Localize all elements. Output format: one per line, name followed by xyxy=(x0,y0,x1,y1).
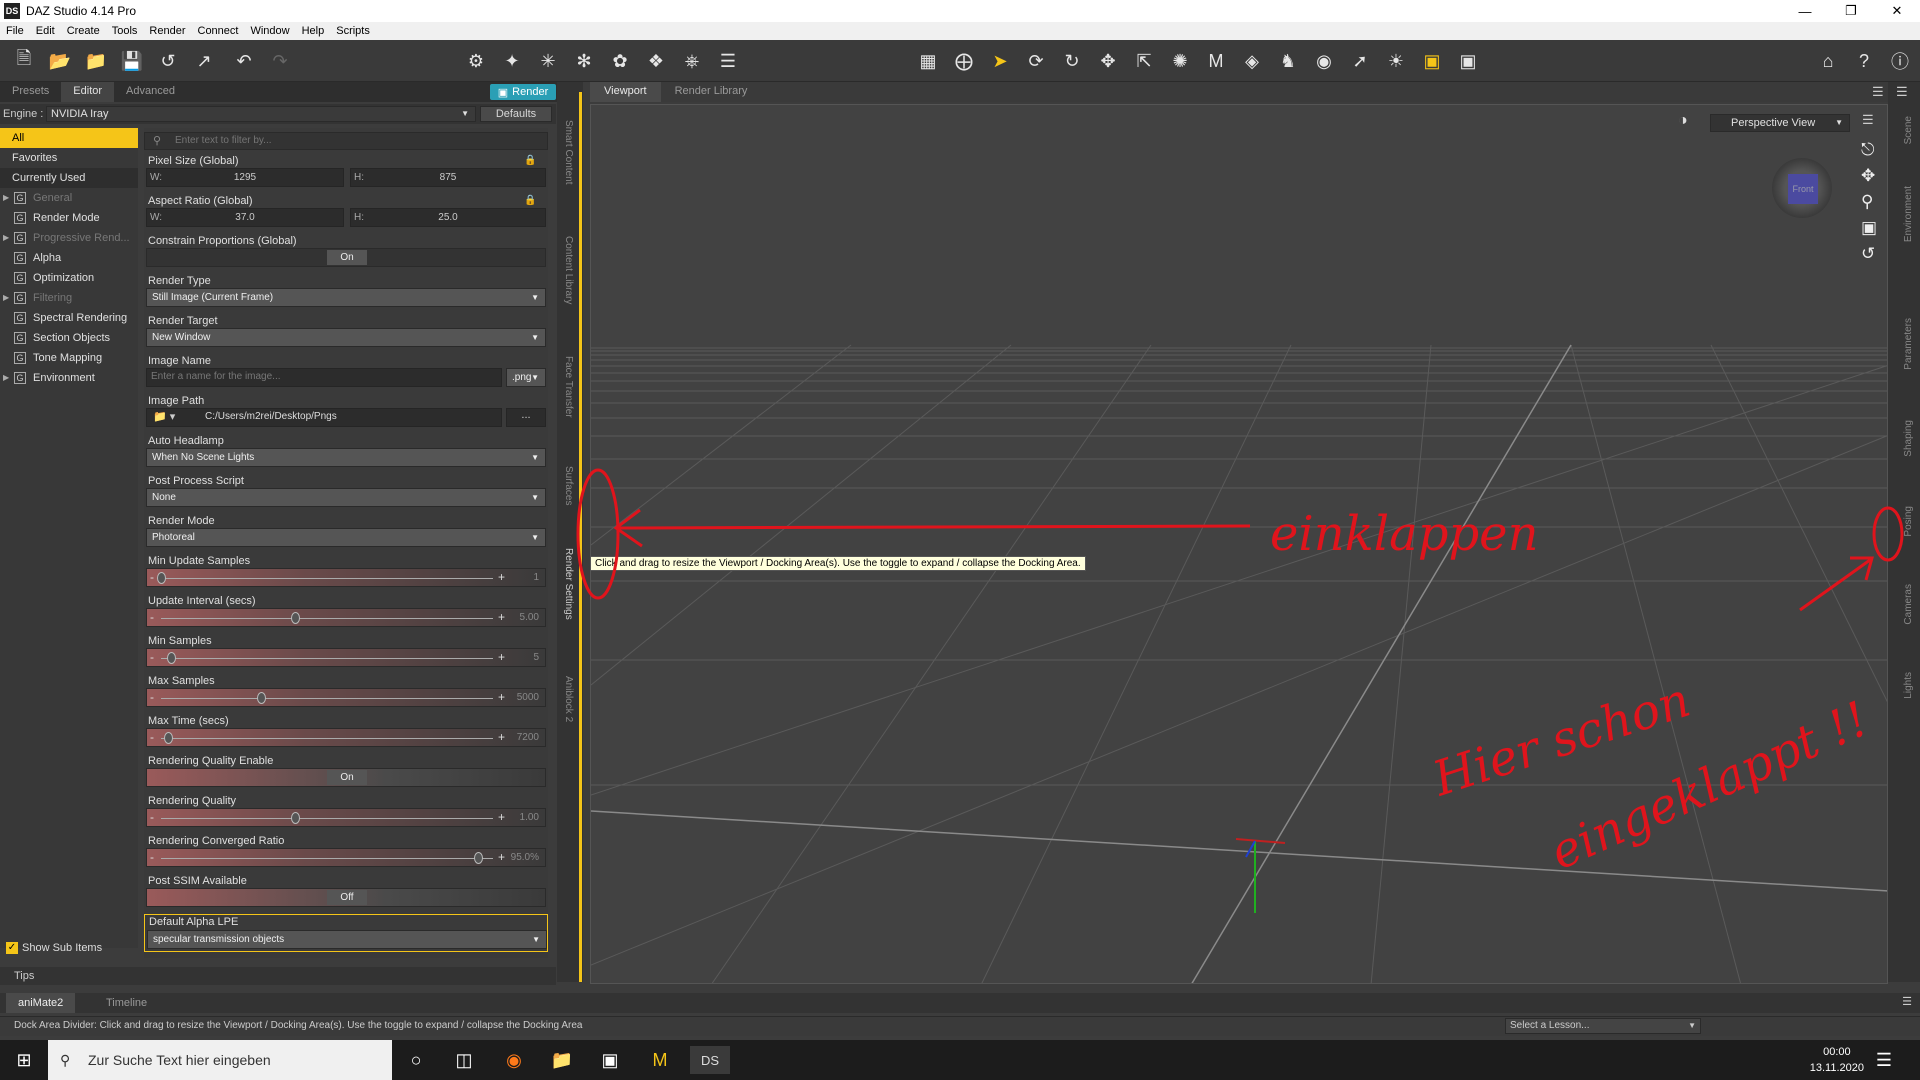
bottom-options-icon[interactable]: ☰ xyxy=(1902,995,1912,1008)
red-annotations: einklappen Hier schon eingeklappt !! xyxy=(576,468,1904,881)
status-bar: Dock Area Divider: Click and drag to res… xyxy=(0,1016,1920,1036)
windows-start-icon[interactable]: ⊞ xyxy=(10,1046,38,1074)
tab-timeline[interactable]: Timeline xyxy=(94,993,159,1013)
lesson-label: Select a Lesson... xyxy=(1510,1020,1590,1031)
mixamo-m-icon[interactable]: M xyxy=(646,1046,674,1074)
chevron-down-icon: ▼ xyxy=(1688,1021,1696,1030)
clock-date: 13.11.2020 xyxy=(1809,1062,1864,1074)
app-icon[interactable]: ▣ xyxy=(596,1046,624,1074)
clock-time: 00:00 xyxy=(1823,1046,1851,1058)
bottom-pane-tabs: aniMate2 Timeline ☰ xyxy=(0,993,1920,1013)
taskbar-search-placeholder: Zur Suche Text hier eingeben xyxy=(88,1052,271,1068)
firefox-icon[interactable]: ◉ xyxy=(500,1046,528,1074)
daz-studio-taskbar-icon[interactable]: DS xyxy=(690,1046,730,1074)
file-explorer-icon[interactable]: 📁 xyxy=(548,1046,576,1074)
notification-icon[interactable]: ☰ xyxy=(1870,1046,1898,1074)
taskbar-search[interactable]: ⚲ Zur Suche Text hier eingeben xyxy=(48,1040,392,1080)
status-message: Dock Area Divider: Click and drag to res… xyxy=(14,1020,583,1031)
tab-animate2[interactable]: aniMate2 xyxy=(6,993,76,1013)
cortana-icon[interactable]: ○ xyxy=(402,1046,430,1074)
task-view-icon[interactable]: ◫ xyxy=(450,1046,478,1074)
search-icon: ⚲ xyxy=(60,1052,71,1068)
lesson-select[interactable]: Select a Lesson... ▼ xyxy=(1505,1018,1701,1034)
annotation-einklappen: einklappen xyxy=(1270,506,1539,562)
taskbar-clock[interactable]: 00:00 13.11.2020 xyxy=(1810,1044,1864,1076)
windows-taskbar: ⊞ ⚲ Zur Suche Text hier eingeben ○ ◫ ◉ 📁… xyxy=(0,1040,1920,1080)
